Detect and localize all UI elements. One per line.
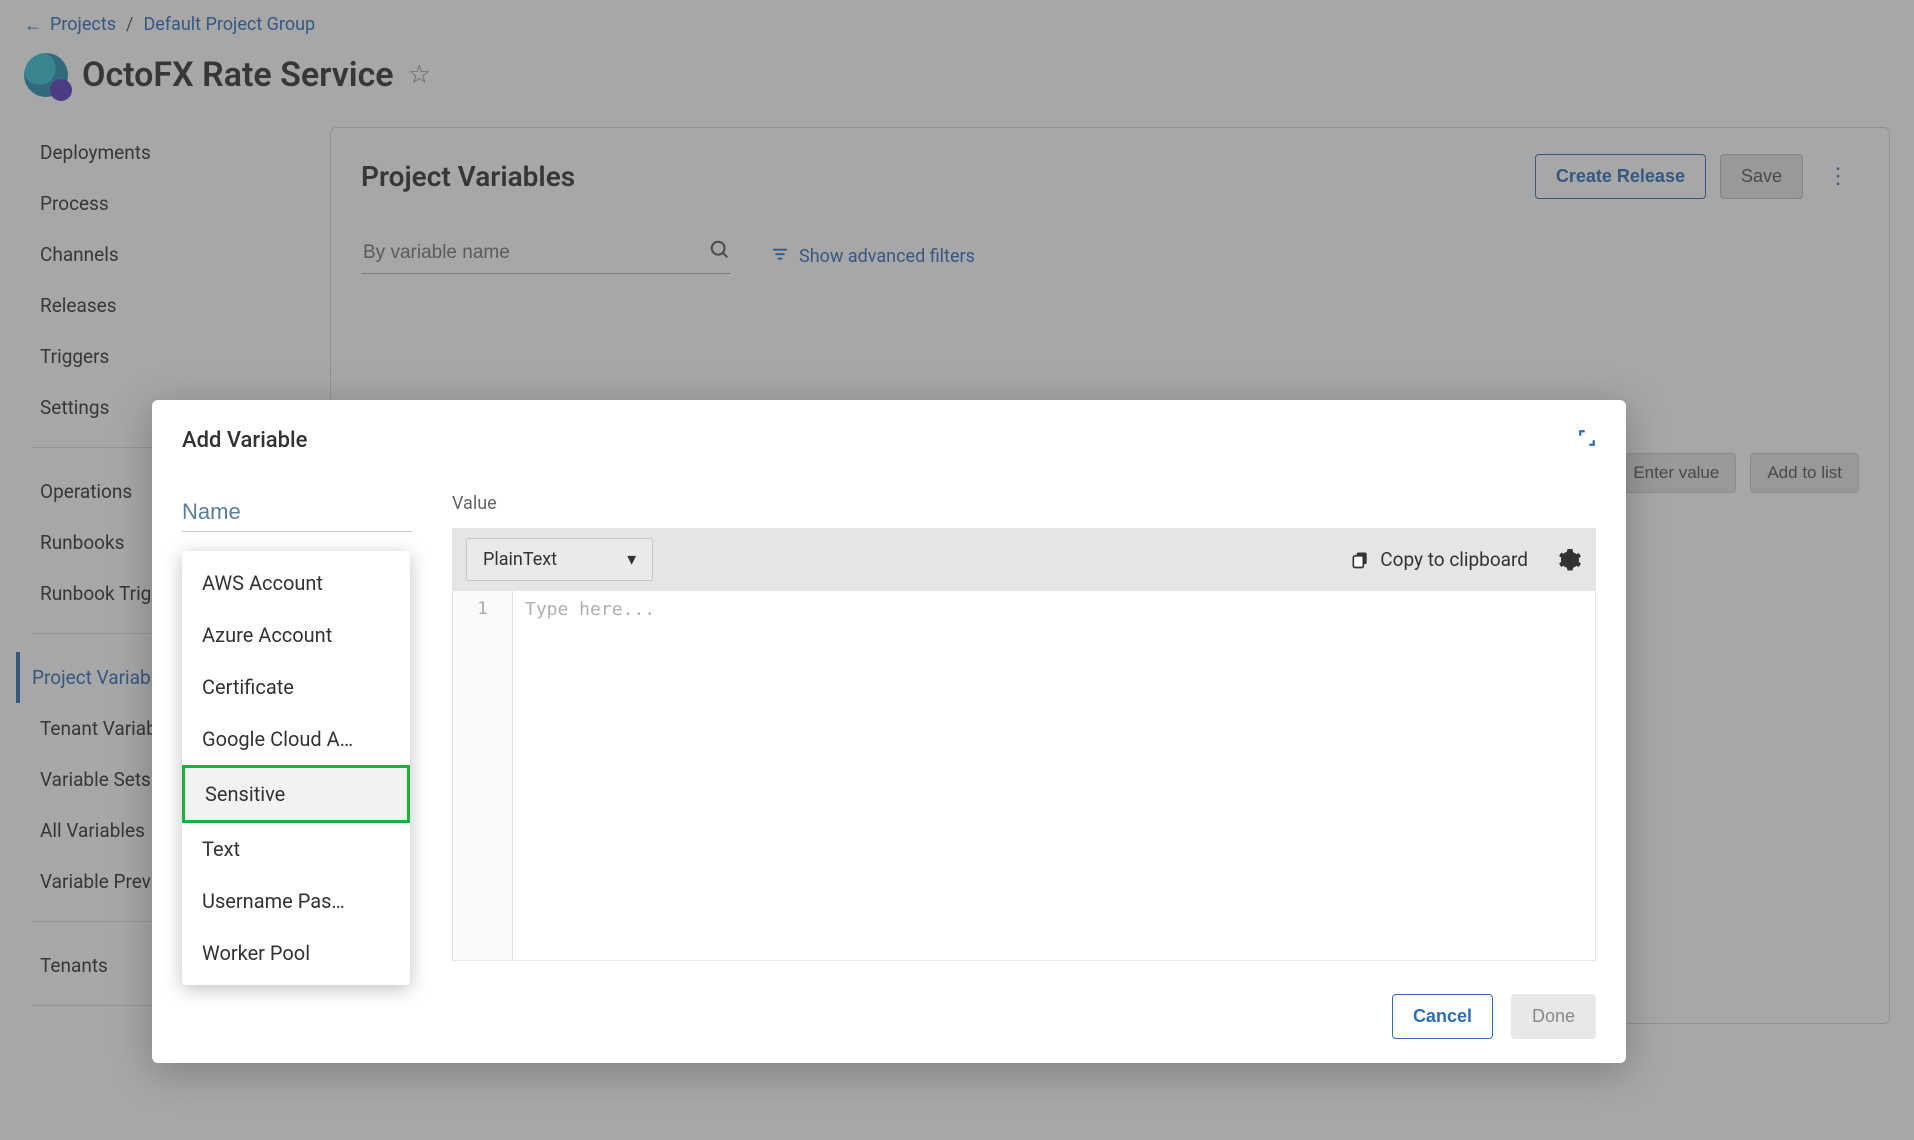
add-variable-modal: Add Variable AWS AccountAzure AccountCer… (152, 400, 1626, 1063)
editor-gutter: 1 (453, 591, 513, 960)
gear-icon[interactable] (1558, 548, 1582, 572)
value-type-select[interactable]: PlainText ▾ (466, 538, 653, 581)
dropdown-item[interactable]: Google Cloud A… (182, 713, 410, 765)
copy-to-clipboard-button[interactable]: Copy to clipboard (1350, 548, 1528, 571)
done-button[interactable]: Done (1511, 994, 1596, 1039)
dropdown-item[interactable]: Text (182, 823, 410, 875)
expand-icon[interactable] (1578, 429, 1596, 452)
value-editor: 1 Type here... (452, 591, 1596, 961)
cancel-button[interactable]: Cancel (1392, 994, 1493, 1039)
dropdown-item[interactable]: Certificate (182, 661, 410, 713)
chevron-down-icon: ▾ (627, 549, 636, 570)
editor-textarea[interactable]: Type here... (513, 591, 667, 960)
variable-name-input[interactable] (182, 493, 412, 532)
value-label: Value (452, 493, 1596, 514)
modal-title: Add Variable (182, 428, 307, 453)
dropdown-item[interactable]: AWS Account (182, 557, 410, 609)
type-dropdown: AWS AccountAzure AccountCertificateGoogl… (182, 551, 410, 985)
dropdown-item[interactable]: Sensitive (182, 765, 410, 823)
dropdown-item[interactable]: Worker Pool (182, 927, 410, 979)
dropdown-item[interactable]: Azure Account (182, 609, 410, 661)
dropdown-item[interactable]: Username Pas… (182, 875, 410, 927)
